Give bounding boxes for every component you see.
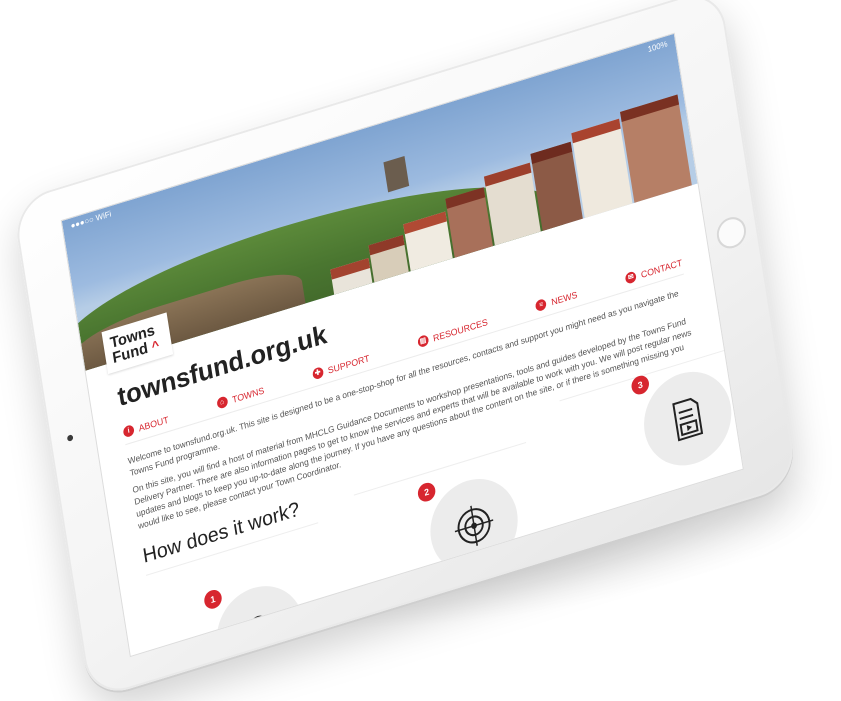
contact-icon: ✉ — [624, 270, 638, 285]
nav-item-towns[interactable]: ⌂ TOWNS — [216, 384, 265, 410]
house — [330, 257, 375, 310]
tablet-device: ●●●○○ WiFi 100% Towns Fund ^ townsfund.o… — [11, 0, 799, 701]
house — [368, 234, 412, 298]
nav-item-contact[interactable]: ✉ CONTACT — [624, 257, 683, 285]
resources-icon: ▤ — [416, 334, 430, 349]
nav-label: ABOUT — [137, 414, 170, 434]
nav-label: TOWNS — [231, 384, 265, 405]
nav-item-support[interactable]: ✚ SUPPORT — [311, 352, 371, 381]
nav-label: RESOURCES — [432, 316, 489, 344]
house — [403, 211, 456, 287]
scene: ●●●○○ WiFi 100% Towns Fund ^ townsfund.o… — [0, 0, 841, 701]
nav-item-resources[interactable]: ▤ RESOURCES — [416, 316, 489, 349]
home-icon: ⌂ — [216, 395, 229, 410]
news-icon: ≡ — [535, 297, 548, 313]
logo-accent-icon: ^ — [150, 337, 161, 355]
home-button[interactable] — [714, 213, 749, 253]
nav-label: NEWS — [550, 289, 578, 307]
support-icon: ✚ — [311, 366, 324, 381]
step-number: 1 — [202, 587, 224, 611]
nav-item-about[interactable]: i ABOUT — [122, 414, 170, 439]
target-icon — [454, 505, 494, 546]
step-number: 2 — [416, 480, 437, 504]
camera-icon — [66, 434, 74, 442]
nav-label: CONTACT — [640, 257, 683, 280]
tablet-screen: ●●●○○ WiFi 100% Towns Fund ^ townsfund.o… — [60, 32, 744, 658]
nav-label: SUPPORT — [327, 352, 371, 376]
step-circle — [637, 360, 738, 477]
info-icon: i — [122, 424, 135, 439]
document-media-icon — [672, 397, 704, 442]
nav-item-news[interactable]: ≡ NEWS — [535, 289, 578, 313]
step-circle — [423, 467, 525, 584]
